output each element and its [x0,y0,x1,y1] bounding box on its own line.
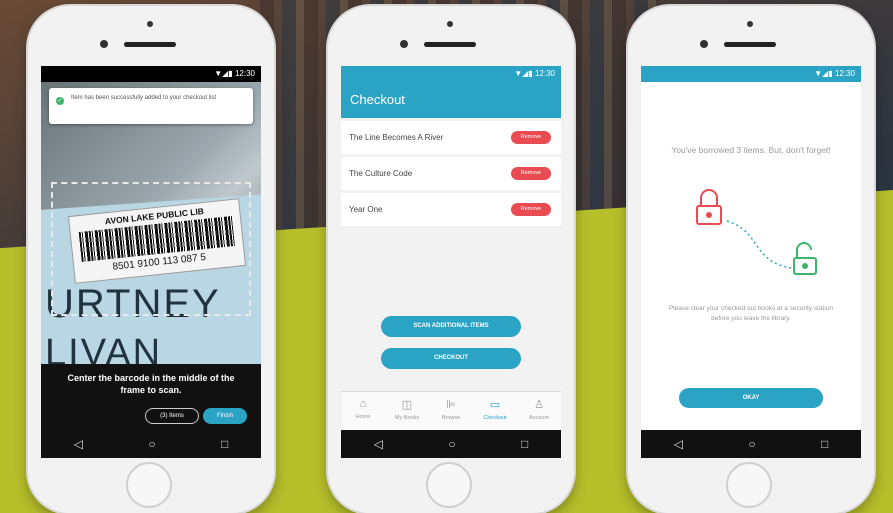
tab-label: Home [355,414,371,420]
phone-home-button [726,462,772,508]
status-icons: ▼◢▮ [214,69,233,78]
android-nav-bar: ◁ ○ □ [341,430,561,458]
book-icon: ◫ [401,399,413,411]
back-icon[interactable]: ◁ [374,437,383,451]
phone-speaker [724,42,776,47]
status-bar: ▼◢▮ 12:30 [641,66,861,82]
recents-icon[interactable]: □ [521,437,528,451]
android-nav-bar: ◁ ○ □ [41,430,261,458]
phone-camera [747,21,753,27]
status-time: 12:30 [834,69,855,78]
status-bar: ▼◢▮ 12:30 [341,66,561,82]
scan-frame [51,182,251,316]
page-title: Checkout [341,82,561,118]
status-icons: ▼◢▮ [514,69,533,78]
tab-checkout[interactable]: ▭ Checkout [473,392,517,430]
tab-label: My Books [394,415,420,421]
tab-browse[interactable]: ⊫ Browse [429,392,473,430]
scanner-screen: ▼◢▮ 12:30 URTNEY LIVAN AVON LAKE PUBLIC … [41,66,261,458]
borrowed-message: You've borrowed 3 items. But, don't forg… [671,145,831,155]
okay-button[interactable]: OKAY [679,388,823,408]
locked-icon [696,189,722,225]
recents-icon[interactable]: □ [821,437,828,451]
status-icons: ▼◢▮ [814,69,833,78]
success-toast: ✓ Item has been successfully added to yo… [49,88,253,124]
list-item: The Line Becomes A River Remove [341,121,561,154]
tab-label: Browse [441,415,461,421]
check-circle-icon: ✓ [56,97,64,105]
camera-view[interactable]: URTNEY LIVAN AVON LAKE PUBLIC LIB 8501 9… [41,82,261,381]
lock-illustration [696,189,817,275]
remove-button[interactable]: Remove [511,167,551,180]
phone-camera [147,21,153,27]
tab-account[interactable]: ♙ Account [517,392,561,430]
phone-speaker [424,42,476,47]
toast-text: Item has been successfully added to your… [71,95,217,101]
status-time: 12:30 [234,69,255,78]
remove-button[interactable]: Remove [511,203,551,216]
phone-scanner: ▼◢▮ 12:30 URTNEY LIVAN AVON LAKE PUBLIC … [28,6,274,513]
bottom-tab-bar: ⌂ Home ◫ My Books ⊫ Browse ▭ Checkout ♙ … [341,391,561,430]
tab-label: Account [529,415,549,421]
home-circle-icon[interactable]: ○ [148,437,155,451]
phone-checkout: ▼◢▮ 12:30 Checkout The Line Becomes A Ri… [328,6,574,513]
list-item: The Culture Code Remove [341,157,561,190]
checkout-icon: ▭ [489,399,501,411]
home-circle-icon[interactable]: ○ [748,437,755,451]
phone-home-button [426,462,472,508]
tab-label: Checkout [483,415,507,421]
checkout-screen: ▼◢▮ 12:30 Checkout The Line Becomes A Ri… [341,66,561,458]
unlocked-icon [793,242,817,275]
scanner-panel: Center the barcode in the middle of the … [41,364,261,430]
item-title: The Culture Code [349,169,413,178]
recents-icon[interactable]: □ [221,437,228,451]
list-item: Year One Remove [341,193,561,226]
scan-additional-button[interactable]: SCAN ADDITIONAL ITEMS [381,316,521,337]
android-nav-bar: ◁ ○ □ [641,430,861,458]
status-time: 12:30 [534,69,555,78]
item-title: Year One [349,205,383,214]
remove-button[interactable]: Remove [511,131,551,144]
back-icon[interactable]: ◁ [74,437,83,451]
account-icon: ♙ [534,399,544,411]
phone-done: ▼◢▮ 12:30 You've borrowed 3 items. But, … [628,6,874,513]
home-circle-icon[interactable]: ○ [448,437,455,451]
phone-sensor [100,40,108,48]
dotted-path [726,220,792,269]
tab-my-books[interactable]: ◫ My Books [385,392,429,430]
security-instructions: Please clear your checked out books at a… [668,305,834,322]
back-icon[interactable]: ◁ [674,437,683,451]
phone-home-button [126,462,172,508]
finish-button[interactable]: Finish [203,408,247,424]
scan-instruction: Center the barcode in the middle of the … [67,373,235,395]
done-screen: ▼◢▮ 12:30 You've borrowed 3 items. But, … [641,66,861,458]
checkout-list: The Line Becomes A River Remove The Cult… [341,118,561,420]
status-bar: ▼◢▮ 12:30 [41,66,261,82]
phone-speaker [124,42,176,47]
home-icon: ⌂ [359,398,367,410]
phone-camera [447,21,453,27]
browse-icon: ⊫ [446,399,456,411]
checkout-button[interactable]: CHECKOUT [381,348,521,369]
phone-sensor [700,40,708,48]
items-button[interactable]: (3) Items [145,408,199,424]
item-title: The Line Becomes A River [349,133,444,142]
phone-sensor [400,40,408,48]
tab-home[interactable]: ⌂ Home [341,392,385,430]
